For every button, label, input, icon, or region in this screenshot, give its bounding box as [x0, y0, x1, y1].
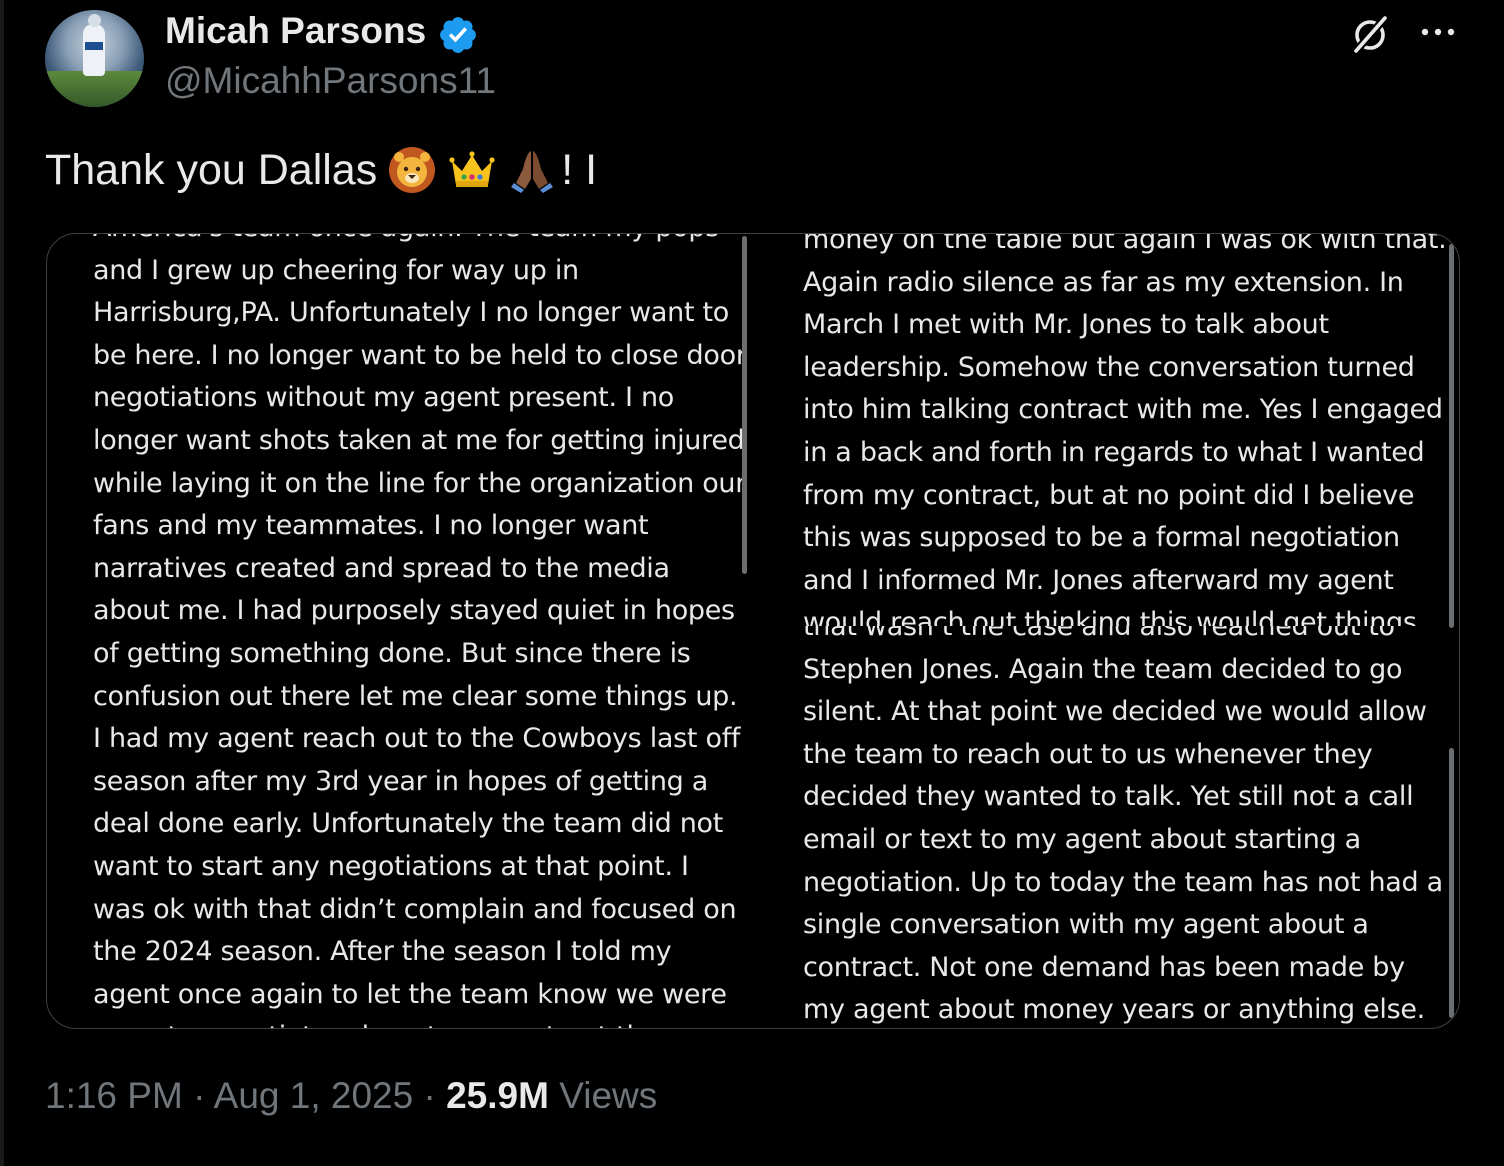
tweet-date[interactable]: Aug 1, 2025 — [214, 1075, 414, 1116]
avatar-player — [83, 14, 105, 76]
notes-line: the team to reach out to us whenever the… — [803, 738, 1373, 770]
notes-line: that wasn’t the case and also reached ou… — [803, 626, 1395, 642]
notes-line: season after my 3rd year in hopes of get… — [93, 765, 709, 797]
left-scrollbar — [742, 236, 747, 574]
display-name[interactable]: Micah Parsons — [165, 10, 426, 52]
notes-line: while laying it on the line for the orga… — [93, 467, 747, 499]
notes-line: Again radio silence as far as my extensi… — [803, 266, 1404, 298]
crown-icon — [447, 145, 497, 195]
right-top-scrollbar — [1449, 244, 1454, 628]
notes-line: narratives created and spread to the med… — [93, 552, 670, 584]
notes-line: this was supposed to be a formal negotia… — [803, 522, 1400, 554]
tweet-meta: 1:16 PM · Aug 1, 2025 · 25.9M Views — [45, 1075, 657, 1117]
notes-line: money on the table but again I was ok wi… — [803, 234, 1447, 255]
notes-line: the 2024 season. After the season I told… — [93, 936, 672, 968]
notes-line: agent once again to let the team know we… — [93, 978, 727, 1010]
meta-separator: · — [182, 1075, 214, 1116]
lion-face-icon — [387, 145, 437, 195]
notes-line: was ok with that didn’t complain and foc… — [93, 893, 737, 925]
notes-screenshot-image[interactable]: America's team once again. The team my p… — [46, 233, 1460, 1029]
notes-line: negotiation. Up to today the team has no… — [803, 866, 1443, 898]
notes-left-text: America's team once again. The team my p… — [47, 234, 751, 1028]
notes-line: of getting something done. But since the… — [93, 637, 691, 669]
notes-line: open to negotiate a long term contract t… — [47, 1016, 751, 1028]
notes-line: from my contract, but at no point did I … — [803, 479, 1415, 511]
notes-line: and I grew up cheering for way up in — [93, 254, 579, 286]
notes-line: and I informed Mr. Jones afterward my ag… — [803, 564, 1394, 596]
notes-right-column: money on the table but again I was ok wi… — [753, 234, 1459, 1028]
tweet-detail: Micah Parsons @MicahhParsons11 Thank you… — [0, 0, 1504, 1166]
verified-badge-icon[interactable] — [437, 14, 479, 56]
more-horizontal-icon[interactable] — [1418, 20, 1458, 44]
notes-line: leadership. Somehow the conversation tur… — [803, 351, 1415, 383]
tweet-text-body: Thank you Dallas — [45, 145, 378, 194]
notes-line: single conversation with my agent about … — [803, 909, 1369, 941]
notes-line: email or text to my agent about starting… — [803, 823, 1361, 855]
notes-line: America's team once again. The team my p… — [47, 234, 751, 250]
notes-line: confusion out there let me clear some th… — [93, 680, 738, 712]
notes-line: negotiations without my agent present. I… — [93, 382, 674, 414]
tweet-text: Thank you Dallas ! I — [45, 145, 597, 195]
notes-left-column: America's team once again. The team my p… — [47, 234, 751, 1028]
notes-line: about me. I had purposely stayed quiet i… — [93, 595, 735, 627]
tweet-text-suffix: ! I — [561, 145, 598, 194]
notes-line: decided they wanted to talk. Yet still n… — [803, 781, 1414, 813]
notes-line: would reach out thinking this would get … — [803, 607, 1417, 626]
views-label: Views — [548, 1075, 658, 1116]
user-handle[interactable]: @MicahhParsons11 — [165, 60, 496, 102]
notes-line: Harrisburg,PA. Unfortunately I no longer… — [93, 297, 730, 329]
grok-icon[interactable] — [1348, 12, 1392, 56]
right-bottom-scrollbar — [1449, 748, 1454, 1018]
notes-line: contract. Not one demand has been made b… — [803, 951, 1405, 983]
notes-line: Stephen Jones. Again the team decided to… — [803, 653, 1403, 685]
notes-right-top-panel: money on the table but again I was ok wi… — [753, 234, 1459, 626]
notes-line: into him talking contract with me. Yes I… — [803, 394, 1443, 426]
views-count: 25.9M — [446, 1075, 549, 1116]
folded-hands-icon — [507, 145, 557, 195]
avatar[interactable] — [45, 10, 144, 107]
avatar-field — [45, 71, 144, 107]
tweet-time[interactable]: 1:16 PM — [45, 1075, 183, 1116]
notes-line: my agent about money years or anything e… — [803, 994, 1425, 1026]
notes-line: deal done early. Unfortunately the team … — [93, 808, 724, 840]
notes-right-bottom-panel: that wasn’t the case and also reached ou… — [753, 626, 1459, 1028]
notes-line: I had my agent reach out to the Cowboys … — [93, 723, 741, 755]
timeline-border — [0, 0, 4, 1166]
notes-line: be here. I no longer want to be held to … — [93, 339, 747, 371]
notes-line: longer want shots taken at me for gettin… — [93, 424, 745, 456]
notes-line: in a back and forth in regards to what I… — [803, 436, 1425, 468]
notes-line: silent. At that point we decided we woul… — [803, 696, 1427, 728]
notes-line: March I met with Mr. Jones to talk about — [803, 309, 1329, 341]
notes-line: fans and my teammates. I no longer want — [93, 510, 649, 542]
meta-separator-2: · — [413, 1075, 447, 1116]
notes-line: want to start any negotiations at that p… — [93, 850, 689, 882]
